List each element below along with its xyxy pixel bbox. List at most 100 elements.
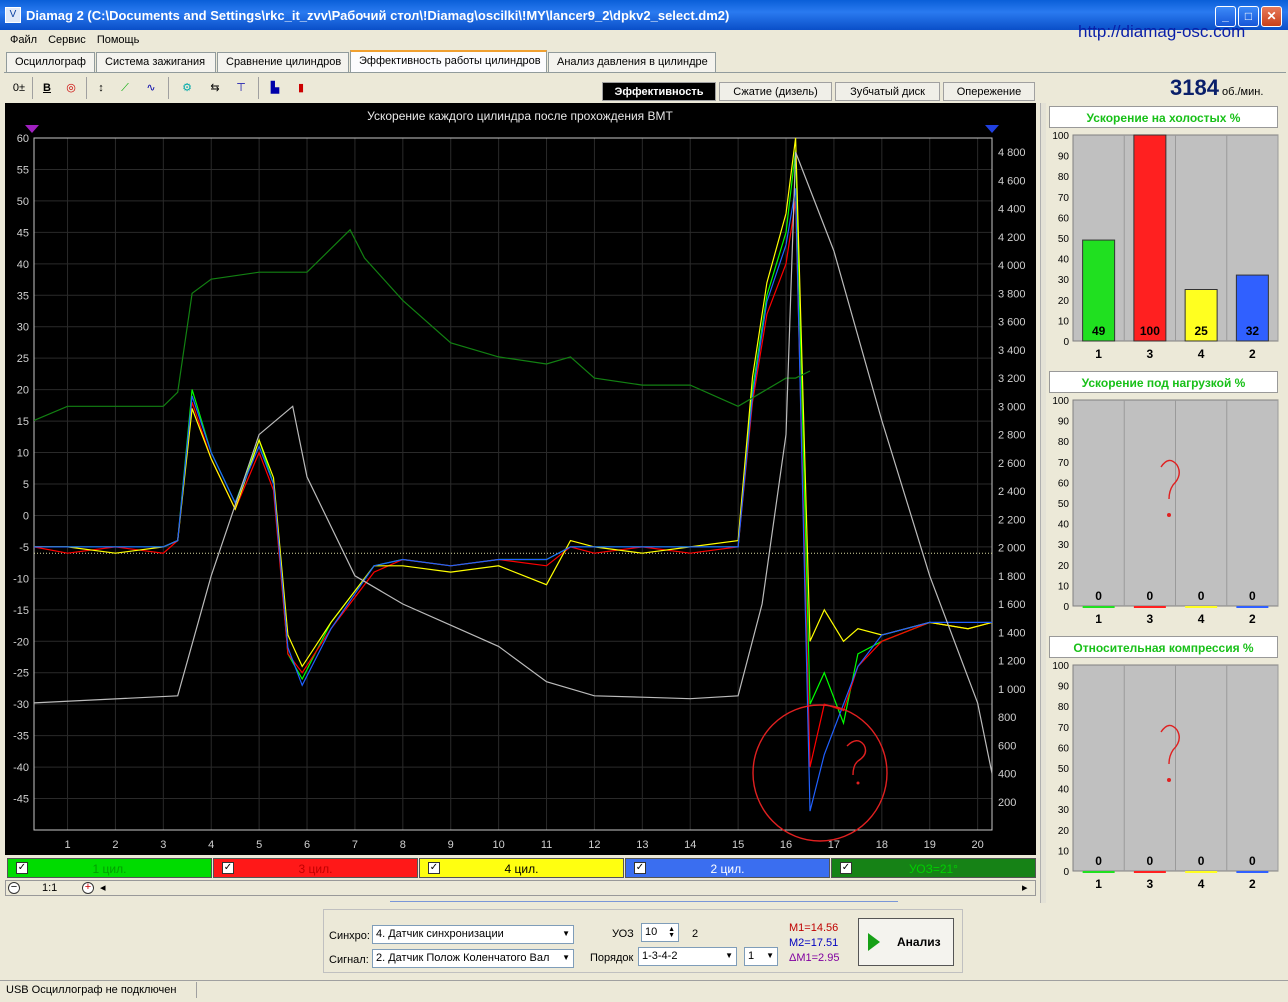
y-left-tick-label: -25 [13, 668, 29, 680]
category-label: 3 [1147, 347, 1154, 361]
order-number-select[interactable]: 1 ▼ [744, 947, 778, 966]
y-left-tick-label: -10 [13, 573, 29, 585]
order-select[interactable]: 1-3-4-2 ▼ [638, 947, 737, 966]
horizontal-scrollbar[interactable]: − 1:1 + ◂ ▸ [5, 880, 1036, 896]
x-tick-label: 13 [636, 839, 648, 851]
series-line-3 [34, 188, 992, 812]
x-tick-label: 4 [208, 839, 214, 851]
x-tick-label: 3 [160, 839, 166, 851]
tab-cylinder-efficiency[interactable]: Эффективность работы цилиндров [350, 50, 547, 73]
signal-label: Сигнал: [329, 954, 369, 966]
y-tick-label: 10 [1058, 846, 1070, 857]
car-icon[interactable]: ▙ [264, 77, 286, 99]
sequence-icon[interactable]: ⇆ [204, 77, 226, 99]
rpm-icon[interactable]: ◎ [60, 77, 82, 99]
bar-value-label: 32 [1246, 324, 1260, 338]
y-right-tick-label: 4 200 [998, 232, 1026, 244]
legend-chip[interactable]: ✓ 3 цил. [213, 858, 418, 878]
right-marker-icon [985, 125, 999, 133]
y-tick-label: 90 [1058, 152, 1070, 163]
subtab-efficiency[interactable]: Эффективность [602, 82, 716, 101]
zoom-level: 1:1 [42, 882, 58, 894]
acceleration-chart-svg[interactable]: Ускорение каждого цилиндра после прохожд… [5, 103, 1036, 855]
y-tick-label: 40 [1058, 520, 1070, 531]
tab-ignition[interactable]: Система зажигания [96, 52, 216, 72]
subtab-advance[interactable]: Опережение [943, 82, 1035, 101]
side-splitter[interactable] [1040, 103, 1046, 903]
menu-file[interactable]: Файл [10, 34, 37, 46]
menu-service[interactable]: Сервис [48, 34, 86, 46]
y-left-tick-label: 20 [17, 385, 29, 397]
bar [1082, 871, 1115, 873]
legend-chip[interactable]: ✓ 4 цил. [419, 858, 624, 878]
y-tick-label: 20 [1058, 561, 1070, 572]
bold-icon[interactable]: B [36, 77, 58, 99]
close-button[interactable]: ✕ [1261, 6, 1282, 27]
checkbox-icon[interactable]: ✓ [428, 862, 440, 874]
legend-chip[interactable]: ✓ 2 цил. [625, 858, 830, 878]
spin-arrows-icon[interactable]: ▲ ▼ [668, 926, 675, 939]
y-tick-label: 100 [1052, 661, 1069, 672]
toolbar-separator [32, 77, 33, 99]
checkbox-icon[interactable]: ✓ [16, 862, 28, 874]
y-right-tick-label: 1 800 [998, 571, 1026, 583]
legend-chip[interactable]: ✓ УОЗ=21° [831, 858, 1036, 878]
status-text: USB Осциллограф не подключен [6, 984, 177, 996]
bar-value-label: 0 [1249, 854, 1256, 868]
subtab-toothed-disk[interactable]: Зубчатый диск [835, 82, 940, 101]
line-chart-icon[interactable]: ⟋ [114, 77, 136, 99]
scale-icon[interactable]: ↕ [90, 77, 112, 99]
y-tick-label: 100 [1052, 396, 1069, 407]
series-line-5 [33, 151, 993, 774]
signal-select[interactable]: 2. Датчик Полож Коленчатого Вал ▼ [372, 949, 574, 968]
subtab-compression-diesel[interactable]: Сжатие (дизель) [719, 82, 832, 101]
uoz-stepper[interactable]: 10 ▲ ▼ [641, 923, 679, 942]
y-right-tick-label: 2 000 [998, 543, 1026, 555]
x-tick-label: 6 [304, 839, 310, 851]
scroll-right-icon[interactable]: ▸ [1022, 881, 1028, 894]
marker-m2: M2=17.51 [789, 937, 839, 949]
category-label: 3 [1147, 612, 1154, 626]
checkbox-icon[interactable]: ✓ [222, 862, 234, 874]
scroll-left-icon[interactable]: ◂ [100, 881, 106, 894]
toolbar-separator [258, 77, 259, 99]
x-tick-label: 19 [924, 839, 936, 851]
category-label: 1 [1095, 877, 1102, 891]
stat-bar-chart: 100908070605040302010001030402 [1052, 661, 1279, 891]
checkbox-icon[interactable]: ✓ [840, 862, 852, 874]
bar-chart-icon[interactable]: ▮ [290, 77, 312, 99]
category-label: 3 [1147, 877, 1154, 891]
y-tick-label: 60 [1058, 478, 1070, 489]
annotation-dot [1167, 778, 1171, 782]
chevron-down-icon: ▼ [725, 951, 733, 960]
network-icon[interactable]: ⚙ [176, 77, 198, 99]
bar-value-label: 0 [1147, 854, 1154, 868]
checkbox-icon[interactable]: ✓ [634, 862, 646, 874]
y-right-tick-label: 2 600 [998, 458, 1026, 470]
y-right-tick-label: 3 200 [998, 373, 1026, 385]
zoom-in-icon[interactable]: + [82, 882, 94, 894]
y-right-tick-label: 200 [998, 797, 1016, 809]
menu-help[interactable]: Помощь [97, 34, 140, 46]
y-tick-label: 40 [1058, 785, 1070, 796]
y-left-tick-label: 50 [17, 196, 29, 208]
tab-oscilloscope[interactable]: Осциллограф [6, 52, 95, 72]
y-right-tick-label: 4 600 [998, 175, 1026, 187]
sync-select[interactable]: 4. Датчик синхронизации ▼ [372, 925, 574, 944]
y-left-tick-label: -20 [13, 636, 29, 648]
legend-chip[interactable]: ✓ 1 цил. [7, 858, 212, 878]
bar [1133, 134, 1167, 342]
play-icon [868, 933, 880, 951]
annotation-dot [856, 781, 860, 785]
website-link[interactable]: http://diamag-osc.com [1078, 22, 1245, 42]
bar-value-label: 100 [1140, 324, 1160, 338]
zoom-out-icon[interactable]: − [8, 882, 20, 894]
tab-cylinder-compare[interactable]: Сравнение цилиндров [217, 52, 349, 72]
y-tick-label: 20 [1058, 826, 1070, 837]
marker-tool-icon[interactable]: 0± [8, 77, 30, 99]
panel-splitter[interactable] [0, 898, 1288, 908]
acceleration-chart[interactable]: Ускорение каждого цилиндра после прохожд… [5, 103, 1036, 855]
tab-pressure-analysis[interactable]: Анализ давления в цилиндре [548, 52, 716, 72]
vvti-icon[interactable]: ∿ [140, 77, 162, 99]
marker-icon[interactable]: ⊤ [230, 77, 252, 99]
